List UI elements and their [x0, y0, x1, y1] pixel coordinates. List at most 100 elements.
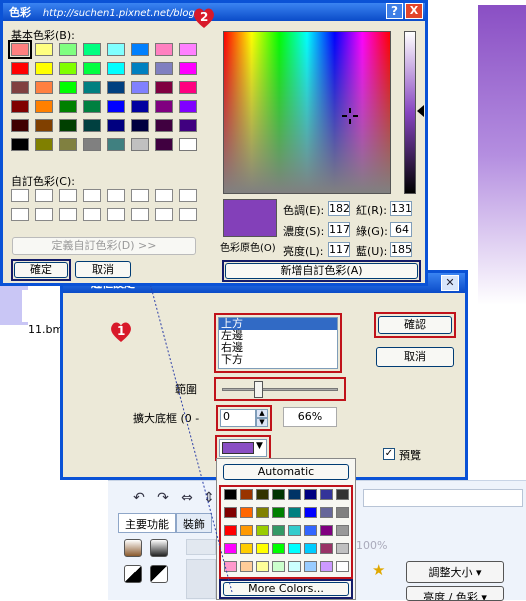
- custom-color-swatch[interactable]: [35, 208, 53, 221]
- basic-color-swatch[interactable]: [83, 43, 101, 56]
- saturation-input[interactable]: 117: [328, 222, 350, 237]
- custom-color-swatch[interactable]: [155, 208, 173, 221]
- palette-color-swatch[interactable]: [288, 507, 301, 518]
- define-custom-colors-button[interactable]: 定義自訂色彩(D) >>: [12, 237, 196, 255]
- basic-color-swatch[interactable]: [131, 119, 149, 132]
- basic-color-swatch[interactable]: [131, 62, 149, 75]
- basic-color-swatch[interactable]: [107, 62, 125, 75]
- basic-color-swatch[interactable]: [35, 62, 53, 75]
- custom-color-swatch[interactable]: [179, 208, 197, 221]
- basic-color-swatch[interactable]: [107, 119, 125, 132]
- basic-color-swatch[interactable]: [155, 62, 173, 75]
- basic-color-swatch[interactable]: [11, 62, 29, 75]
- blue-input[interactable]: 185: [390, 242, 412, 257]
- basic-color-swatch[interactable]: [131, 138, 149, 151]
- basic-color-swatch[interactable]: [179, 81, 197, 94]
- palette-color-swatch[interactable]: [320, 561, 333, 572]
- basic-color-swatch[interactable]: [107, 81, 125, 94]
- luminance-input[interactable]: 117: [328, 242, 350, 257]
- palette-color-swatch[interactable]: [288, 525, 301, 536]
- basic-color-swatch[interactable]: [11, 119, 29, 132]
- palette-color-swatch[interactable]: [304, 561, 317, 572]
- basic-color-swatch[interactable]: [83, 100, 101, 113]
- basic-color-swatch[interactable]: [35, 81, 53, 94]
- brightness-button[interactable]: 亮度 / 色彩 ▾: [406, 586, 504, 601]
- red-input[interactable]: 131: [390, 201, 412, 216]
- custom-color-swatch[interactable]: [83, 189, 101, 202]
- palette-color-swatch[interactable]: [320, 525, 333, 536]
- palette-color-swatch[interactable]: [272, 507, 285, 518]
- custom-color-swatch[interactable]: [107, 208, 125, 221]
- palette-color-swatch[interactable]: [240, 543, 253, 554]
- basic-color-swatch[interactable]: [155, 138, 173, 151]
- basic-color-swatch[interactable]: [107, 100, 125, 113]
- basic-color-swatch[interactable]: [59, 100, 77, 113]
- custom-color-swatch[interactable]: [11, 189, 29, 202]
- color-spectrum[interactable]: [223, 31, 391, 194]
- custom-color-swatch[interactable]: [155, 189, 173, 202]
- palette-color-swatch[interactable]: [240, 525, 253, 536]
- basic-color-swatch[interactable]: [11, 138, 29, 151]
- basic-color-swatch[interactable]: [131, 81, 149, 94]
- stepper-down-icon[interactable]: ▼: [256, 418, 268, 427]
- palette-color-swatch[interactable]: [256, 561, 269, 572]
- palette-color-swatch[interactable]: [288, 561, 301, 572]
- help-icon[interactable]: ?: [386, 3, 403, 19]
- basic-color-swatch[interactable]: [35, 100, 53, 113]
- palette-color-swatch[interactable]: [336, 489, 349, 500]
- palette-color-swatch[interactable]: [304, 489, 317, 500]
- palette-color-swatch[interactable]: [272, 543, 285, 554]
- basic-color-swatch[interactable]: [179, 138, 197, 151]
- basic-color-swatch[interactable]: [131, 100, 149, 113]
- basic-color-swatch[interactable]: [8, 40, 32, 59]
- ok-button[interactable]: 確認: [378, 316, 452, 334]
- more-colors-button[interactable]: More Colors...: [223, 582, 349, 596]
- palette-color-swatch[interactable]: [256, 543, 269, 554]
- palette-color-swatch[interactable]: [240, 489, 253, 500]
- palette-color-swatch[interactable]: [336, 561, 349, 572]
- basic-color-swatch[interactable]: [35, 138, 53, 151]
- basic-color-swatch[interactable]: [59, 119, 77, 132]
- basic-color-swatch[interactable]: [179, 43, 197, 56]
- palette-color-swatch[interactable]: [272, 525, 285, 536]
- basic-color-swatch[interactable]: [11, 100, 29, 113]
- basic-color-swatch[interactable]: [59, 43, 77, 56]
- range-slider-thumb[interactable]: [254, 381, 263, 398]
- palette-color-swatch[interactable]: [256, 525, 269, 536]
- cancel-button[interactable]: 取消: [376, 347, 454, 367]
- custom-color-swatch[interactable]: [59, 189, 77, 202]
- basic-color-swatch[interactable]: [83, 81, 101, 94]
- basic-color-swatch[interactable]: [83, 138, 101, 151]
- palette-color-swatch[interactable]: [288, 543, 301, 554]
- basic-color-swatch[interactable]: [59, 62, 77, 75]
- palette-color-swatch[interactable]: [272, 561, 285, 572]
- luminance-bar[interactable]: [404, 31, 416, 194]
- basic-color-swatch[interactable]: [107, 138, 125, 151]
- crosshair-icon[interactable]: [342, 108, 358, 124]
- basic-color-swatch[interactable]: [35, 119, 53, 132]
- palette-color-swatch[interactable]: [336, 507, 349, 518]
- basic-color-swatch[interactable]: [11, 81, 29, 94]
- basic-color-swatch[interactable]: [83, 119, 101, 132]
- basic-color-swatch[interactable]: [131, 43, 149, 56]
- palette-color-swatch[interactable]: [304, 525, 317, 536]
- custom-color-swatch[interactable]: [131, 208, 149, 221]
- basic-color-swatch[interactable]: [155, 81, 173, 94]
- stepper-up-icon[interactable]: ▲: [256, 409, 268, 418]
- palette-color-swatch[interactable]: [256, 507, 269, 518]
- basic-color-swatch[interactable]: [59, 138, 77, 151]
- custom-color-swatch[interactable]: [35, 189, 53, 202]
- star-icon[interactable]: ★: [372, 561, 385, 579]
- palette-color-swatch[interactable]: [272, 489, 285, 500]
- palette-color-swatch[interactable]: [320, 543, 333, 554]
- basic-color-swatch[interactable]: [83, 62, 101, 75]
- custom-color-swatch[interactable]: [179, 189, 197, 202]
- palette-color-swatch[interactable]: [304, 543, 317, 554]
- palette-color-swatch[interactable]: [240, 561, 253, 572]
- basic-color-swatch[interactable]: [155, 119, 173, 132]
- custom-color-swatch[interactable]: [59, 208, 77, 221]
- add-custom-color-button[interactable]: 新增自訂色彩(A): [225, 263, 418, 279]
- palette-color-swatch[interactable]: [336, 543, 349, 554]
- automatic-color-button[interactable]: Automatic: [223, 464, 349, 480]
- basic-color-swatch[interactable]: [179, 100, 197, 113]
